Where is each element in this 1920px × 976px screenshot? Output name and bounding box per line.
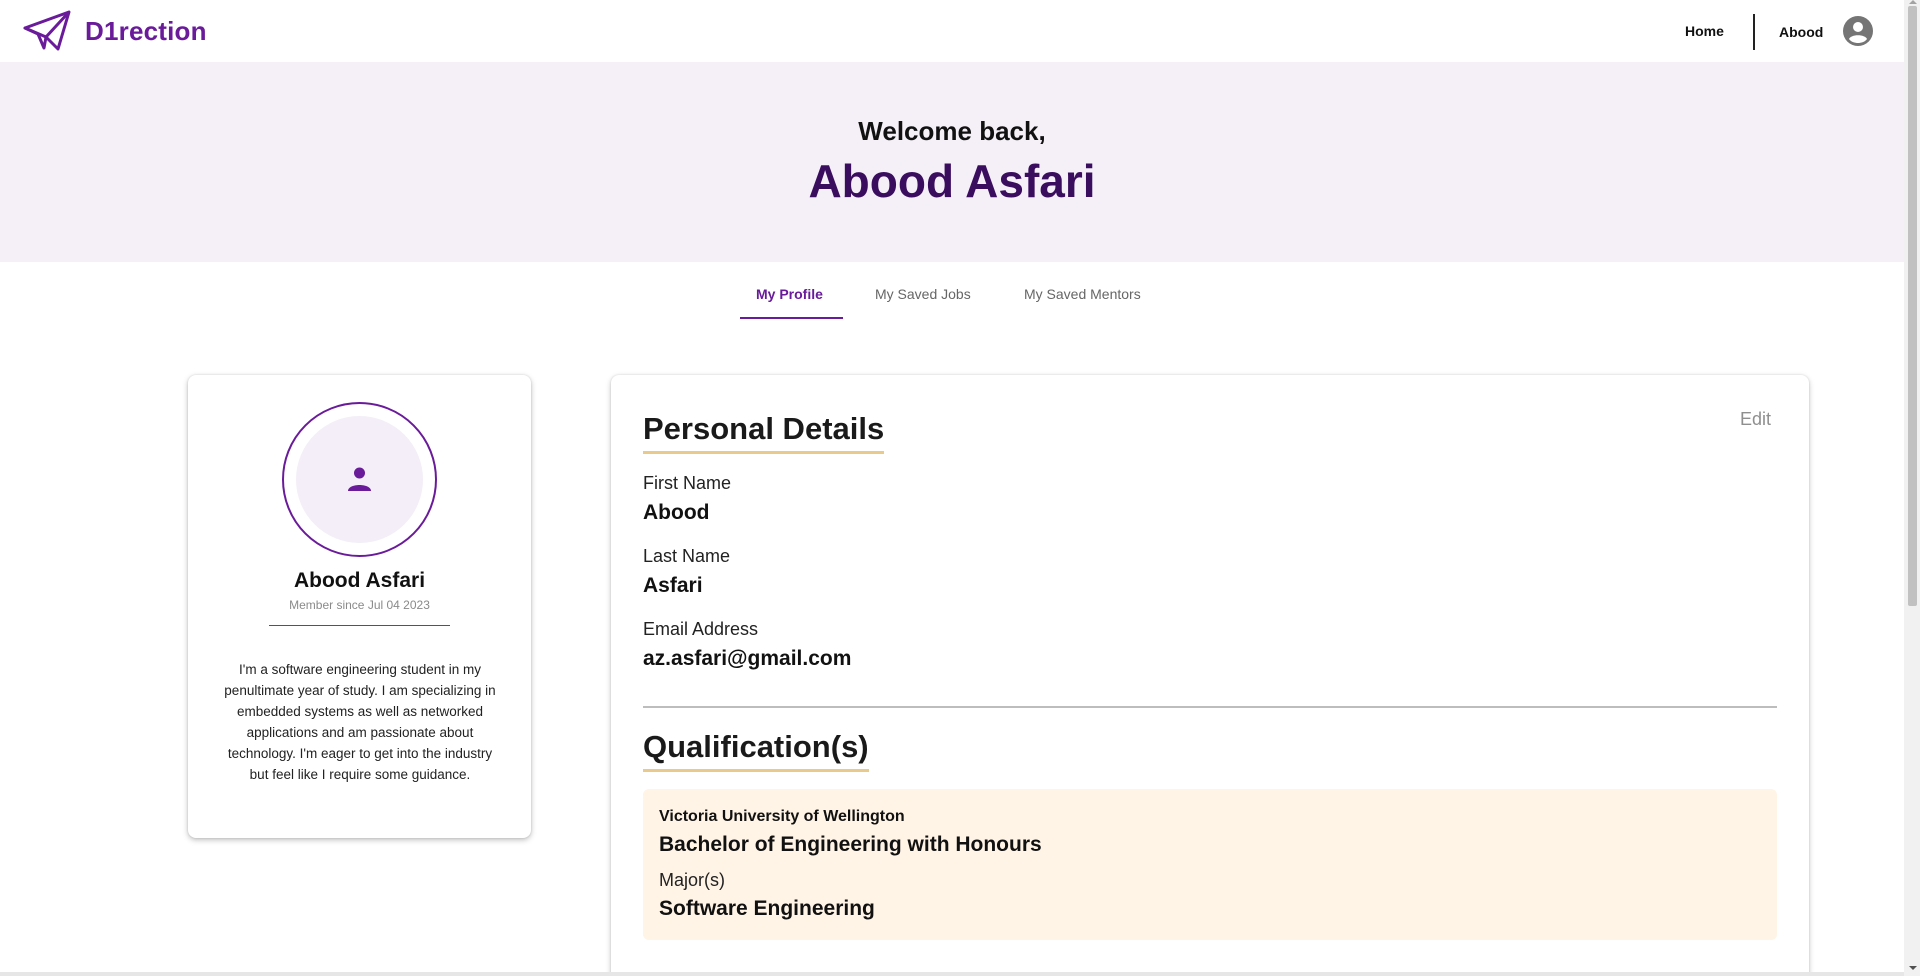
member-since: Member since Jul 04 2023: [289, 598, 430, 612]
tab-my-saved-mentors[interactable]: My Saved Mentors: [1024, 286, 1141, 302]
welcome-banner: Welcome back, Abood Asfari: [0, 62, 1904, 262]
scroll-up-arrow-icon[interactable]: [1908, 0, 1917, 4]
section-divider: [643, 706, 1777, 708]
brand-logo[interactable]: D1rection: [22, 10, 207, 52]
nav-user-name[interactable]: Abood: [1779, 24, 1823, 40]
first-name-label: First Name: [643, 473, 732, 493]
qualification-degree: Bachelor of Engineering with Honours: [659, 833, 1042, 856]
card-divider: [269, 625, 450, 626]
personal-details-title: Personal Details: [643, 411, 885, 454]
top-navbar: D1rection Home Abood: [0, 0, 1904, 62]
profile-name: Abood Asfari: [293, 569, 426, 592]
paper-plane-icon: [23, 10, 71, 51]
qualification-major: Software Engineering: [659, 897, 875, 920]
profile-bio: I'm a software engineering student in my…: [224, 662, 496, 782]
qualifications-title: Qualification(s): [643, 729, 869, 772]
qualification-university: Victoria University of Wellington: [659, 808, 905, 825]
active-tab-indicator: [740, 317, 843, 319]
tab-my-saved-jobs[interactable]: My Saved Jobs: [875, 286, 971, 302]
person-icon: [348, 467, 371, 491]
user-full-name: Abood Asfari: [808, 155, 1096, 207]
scroll-down-arrow-icon[interactable]: [1908, 966, 1917, 970]
tab-my-profile[interactable]: My Profile: [756, 286, 823, 302]
profile-tabs: My Profile My Saved Jobs My Saved Mentor…: [0, 262, 1904, 320]
edit-button[interactable]: Edit: [1740, 409, 1771, 430]
profile-picture[interactable]: [282, 402, 437, 557]
scrollbar-thumb[interactable]: [1908, 6, 1917, 606]
profile-summary-card: Abood Asfari Member since Jul 04 2023 I'…: [188, 375, 531, 838]
qualification-major-label: Major(s): [659, 870, 725, 890]
last-name-value: Asfari: [643, 574, 703, 597]
nav-divider: [1753, 14, 1755, 50]
email-value: az.asfari@gmail.com: [643, 647, 852, 670]
personal-details-card: Personal Details Edit First Name Abood L…: [611, 375, 1809, 976]
nav-home-link[interactable]: Home: [1685, 23, 1724, 39]
first-name-value: Abood: [643, 501, 710, 524]
brand-name: D1rection: [85, 15, 207, 46]
account-circle-icon[interactable]: [1843, 16, 1873, 46]
qualification-item: Victoria University of Wellington Bachel…: [643, 789, 1777, 940]
profile-picture-placeholder: [296, 416, 423, 543]
welcome-text: Welcome back,: [858, 116, 1046, 146]
last-name-label: Last Name: [643, 546, 731, 566]
bottom-edge: [0, 972, 1904, 976]
email-label: Email Address: [643, 619, 759, 639]
